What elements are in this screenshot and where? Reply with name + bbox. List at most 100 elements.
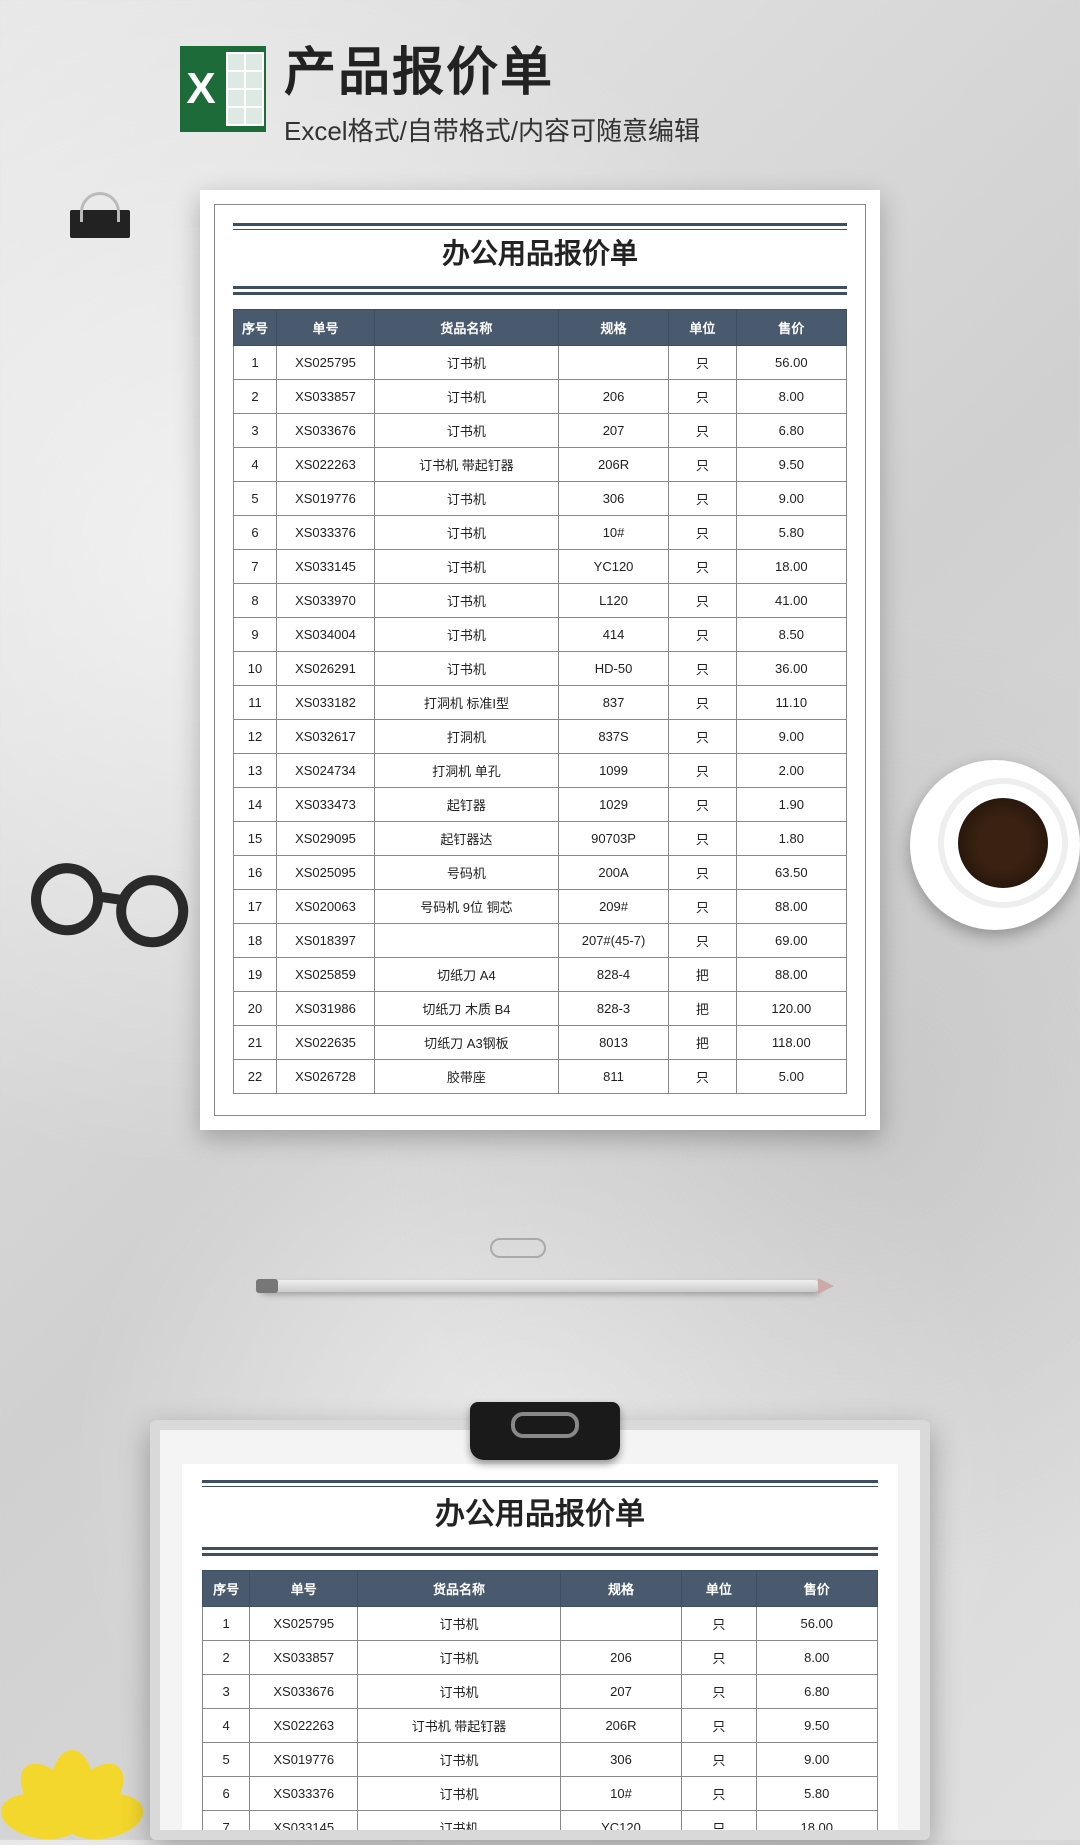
coffee-cup-icon [910, 760, 1080, 930]
cell-code: XS033376 [276, 516, 374, 550]
cell-unit: 只 [669, 754, 736, 788]
cell-code: XS022263 [250, 1709, 358, 1743]
table-row: 2XS033857订书机206只8.00 [234, 380, 847, 414]
quotation-sheet-preview: 办公用品报价单 序号 单号 货品名称 规格 单位 售价 1XS025795订书机… [182, 1464, 898, 1830]
cell-name: 起钉器达 [374, 822, 558, 856]
binder-clip-icon [70, 210, 140, 260]
cell-spec: 200A [558, 856, 668, 890]
cell-idx: 14 [234, 788, 277, 822]
cell-name: 打洞机 单孔 [374, 754, 558, 788]
table-row: 16XS025095号码机200A只63.50 [234, 856, 847, 890]
cell-idx: 1 [234, 346, 277, 380]
cell-spec: 1029 [558, 788, 668, 822]
cell-name: 号码机 9位 铜芯 [374, 890, 558, 924]
table-row: 22XS026728胶带座811只5.00 [234, 1060, 847, 1094]
cell-name: 订书机 [374, 414, 558, 448]
cell-unit: 只 [682, 1607, 756, 1641]
cell-price: 88.00 [736, 958, 846, 992]
table-row: 19XS025859切纸刀 A4828-4把88.00 [234, 958, 847, 992]
cell-unit: 只 [669, 686, 736, 720]
cell-spec: 10# [560, 1777, 682, 1811]
cell-name: 订书机 [374, 482, 558, 516]
table-row: 18XS018397207#(45-7)只69.00 [234, 924, 847, 958]
rule-top [233, 223, 847, 230]
cell-spec: 206 [560, 1641, 682, 1675]
cell-price: 9.50 [756, 1709, 878, 1743]
col-code: 单号 [250, 1571, 358, 1607]
cell-unit: 只 [669, 924, 736, 958]
cell-price: 118.00 [736, 1026, 846, 1060]
cell-price: 5.00 [736, 1060, 846, 1094]
cell-idx: 5 [234, 482, 277, 516]
table-row: 4XS022263订书机 带起钉器206R只9.50 [203, 1709, 878, 1743]
cell-unit: 只 [682, 1709, 756, 1743]
cell-spec: YC120 [558, 550, 668, 584]
cell-code: XS022263 [276, 448, 374, 482]
cell-idx: 9 [234, 618, 277, 652]
cell-unit: 只 [669, 414, 736, 448]
cell-unit: 只 [669, 856, 736, 890]
cell-spec: 8013 [558, 1026, 668, 1060]
cell-code: XS032617 [276, 720, 374, 754]
cell-name: 订书机 [374, 550, 558, 584]
cell-spec: 207 [560, 1675, 682, 1709]
cell-code: XS026291 [276, 652, 374, 686]
table-row: 14XS033473起钉器1029只1.90 [234, 788, 847, 822]
cell-spec: 828-4 [558, 958, 668, 992]
table-row: 10XS026291订书机HD-50只36.00 [234, 652, 847, 686]
cell-unit: 把 [669, 992, 736, 1026]
table-row: 7XS033145订书机YC120只18.00 [203, 1811, 878, 1841]
table-row: 6XS033376订书机10#只5.80 [234, 516, 847, 550]
cell-spec: 828-3 [558, 992, 668, 1026]
rule-under-title [202, 1547, 878, 1556]
cell-name: 号码机 [374, 856, 558, 890]
cell-unit: 只 [669, 380, 736, 414]
table-row: 13XS024734打洞机 单孔1099只2.00 [234, 754, 847, 788]
cell-spec: L120 [558, 584, 668, 618]
cell-idx: 3 [234, 414, 277, 448]
excel-icon-letter: X [180, 46, 222, 132]
cell-code: XS033376 [250, 1777, 358, 1811]
cell-price: 9.00 [756, 1743, 878, 1777]
cell-idx: 2 [203, 1641, 250, 1675]
cell-price: 11.10 [736, 686, 846, 720]
cell-unit: 只 [669, 890, 736, 924]
col-idx: 序号 [234, 310, 277, 346]
col-unit: 单位 [669, 310, 736, 346]
cell-idx: 6 [203, 1777, 250, 1811]
cell-unit: 只 [669, 652, 736, 686]
cell-idx: 22 [234, 1060, 277, 1094]
table-row: 1XS025795订书机只56.00 [203, 1607, 878, 1641]
cell-price: 9.00 [736, 720, 846, 754]
cell-idx: 18 [234, 924, 277, 958]
cell-price: 1.90 [736, 788, 846, 822]
table-row: 21XS022635切纸刀 A3钢板8013把118.00 [234, 1026, 847, 1060]
cell-idx: 4 [234, 448, 277, 482]
cell-idx: 1 [203, 1607, 250, 1641]
cell-name: 订书机 [374, 516, 558, 550]
cell-unit: 只 [669, 550, 736, 584]
cell-spec: 837 [558, 686, 668, 720]
table-row: 7XS033145订书机YC120只18.00 [234, 550, 847, 584]
cell-price: 1.80 [736, 822, 846, 856]
cell-name: 切纸刀 A3钢板 [374, 1026, 558, 1060]
table-row: 5XS019776订书机306只9.00 [203, 1743, 878, 1777]
cell-price: 36.00 [736, 652, 846, 686]
col-price: 售价 [736, 310, 846, 346]
cell-spec: 811 [558, 1060, 668, 1094]
cell-unit: 只 [669, 448, 736, 482]
cell-name: 订书机 [358, 1811, 561, 1841]
cell-code: XS022635 [276, 1026, 374, 1060]
table-row: 20XS031986切纸刀 木质 B4828-3把120.00 [234, 992, 847, 1026]
table-row: 12XS032617打洞机837S只9.00 [234, 720, 847, 754]
table-row: 1XS025795订书机只56.00 [234, 346, 847, 380]
cell-price: 8.00 [736, 380, 846, 414]
cell-unit: 只 [669, 618, 736, 652]
col-name: 货品名称 [358, 1571, 561, 1607]
cell-idx: 15 [234, 822, 277, 856]
cell-unit: 只 [669, 720, 736, 754]
cell-price: 56.00 [756, 1607, 878, 1641]
quotation-sheet: 办公用品报价单 序号 单号 货品名称 规格 单位 售价 1XS025795订书机… [200, 190, 880, 1130]
banner-title: 产品报价单 [284, 30, 700, 105]
cell-spec: 207#(45-7) [558, 924, 668, 958]
